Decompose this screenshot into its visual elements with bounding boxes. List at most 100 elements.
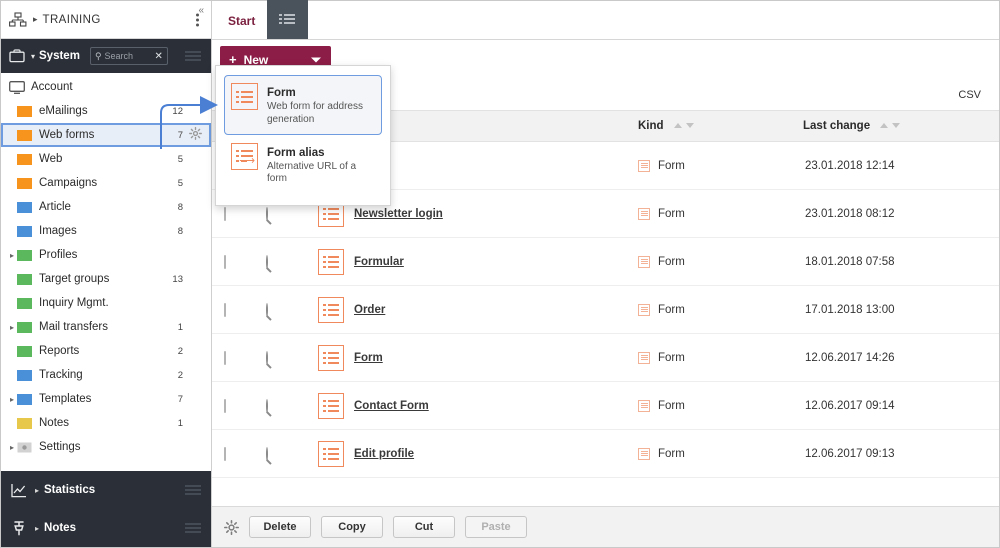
- sidebar-item-count: 1: [177, 417, 183, 429]
- sidebar-item-profiles[interactable]: ▸ Profiles: [1, 243, 211, 267]
- expand-caret-icon[interactable]: ▸: [7, 395, 17, 404]
- sidebar-item-count: 8: [177, 225, 183, 237]
- sidebar-item-settings[interactable]: ▸ Settings: [1, 435, 211, 459]
- kebab-menu-icon[interactable]: [196, 13, 199, 26]
- folder-icon: [17, 201, 39, 213]
- sidebar-item-inquiry-mgmt[interactable]: Inquiry Mgmt.: [1, 291, 211, 315]
- sidebar-item-notes[interactable]: Notes 1: [1, 411, 211, 435]
- row-checkbox[interactable]: [224, 302, 226, 317]
- clear-search-icon[interactable]: ✕: [155, 51, 163, 62]
- notes-menu-icon[interactable]: [185, 523, 201, 533]
- notes-caret-icon[interactable]: ▸: [35, 524, 39, 533]
- table-row[interactable]: Edit profile Form 12.06.2017 09:13: [212, 430, 999, 478]
- sort-ascending-icon[interactable]: [673, 123, 682, 129]
- sidebar-item-target-groups[interactable]: Target groups 13: [1, 267, 211, 291]
- csv-export-link[interactable]: CSV: [958, 89, 981, 101]
- sidebar-item-web-forms[interactable]: Web forms 7: [1, 123, 211, 147]
- collapse-panel-icon[interactable]: «: [198, 5, 203, 16]
- sidebar-search[interactable]: ⚲ ✕: [89, 47, 168, 65]
- sidebar-item-label: Target groups: [39, 273, 110, 285]
- row-name-link[interactable]: Contact Form: [354, 400, 429, 412]
- sidebar-item-mail-transfers[interactable]: ▸ Mail transfers 1: [1, 315, 211, 339]
- dropdown-item-form[interactable]: Form Web form for address generation: [224, 75, 382, 135]
- statistics-menu-icon[interactable]: [185, 485, 201, 495]
- row-name-link[interactable]: Order: [354, 304, 385, 316]
- new-dropdown-menu[interactable]: Form Web form for address generation ⟶ F…: [215, 65, 391, 207]
- statistics-caret-icon[interactable]: ▸: [35, 486, 39, 495]
- row-name-link[interactable]: Formular: [354, 256, 404, 268]
- sidebar-item-templates[interactable]: ▸ Templates 7: [1, 387, 211, 411]
- preview-search-icon[interactable]: [266, 398, 268, 413]
- gear-icon[interactable]: [224, 519, 239, 535]
- row-name-link[interactable]: Newsletter login: [354, 208, 443, 220]
- row-checkbox[interactable]: [224, 446, 226, 461]
- expand-caret-icon[interactable]: ▸: [7, 251, 17, 260]
- copy-button[interactable]: Copy: [321, 516, 383, 538]
- sidebar-item-account[interactable]: Account: [1, 75, 211, 99]
- sidebar-item-emailings[interactable]: eMailings 12: [1, 99, 211, 123]
- row-checkbox[interactable]: [224, 206, 226, 221]
- sidebar-bottom-panel: ▸ Statistics ▸ Notes: [1, 471, 211, 547]
- breadcrumb-caret-icon[interactable]: ▸: [33, 14, 38, 25]
- table-row[interactable]: Order Form 17.01.2018 13:00: [212, 286, 999, 334]
- sidebar-item-label: eMailings: [39, 105, 88, 117]
- row-last-change: 12.06.2017 09:13: [805, 447, 895, 460]
- table-row[interactable]: Formular Form 18.01.2018 07:58: [212, 238, 999, 286]
- form-icon: [318, 440, 344, 467]
- row-checkbox[interactable]: [224, 398, 226, 413]
- sidebar-item-images[interactable]: Images 8: [1, 219, 211, 243]
- preview-search-icon[interactable]: [266, 206, 268, 221]
- expand-caret-icon[interactable]: ▸: [7, 443, 17, 452]
- sidebar-item-count: 5: [177, 177, 183, 189]
- sidebar-item-campaigns[interactable]: Campaigns 5: [1, 171, 211, 195]
- sidebar-item-statistics[interactable]: ▸ Statistics: [1, 471, 211, 509]
- table-row[interactable]: Contact Form Form 12.06.2017 09:14: [212, 382, 999, 430]
- pin-icon: [11, 520, 29, 536]
- row-checkbox[interactable]: [224, 254, 226, 269]
- settings-icon: [17, 442, 39, 453]
- main-content: Start + New Profiles: 9 CSV: [212, 0, 999, 547]
- sidebar-item-reports[interactable]: Reports 2: [1, 339, 211, 363]
- row-name-link[interactable]: Form: [354, 352, 383, 364]
- folder-settings-icon[interactable]: [189, 127, 203, 143]
- preview-search-icon[interactable]: [266, 254, 268, 269]
- sidebar-tree: Account eMailings 12 Web forms 7 Web 5 Campaig…: [1, 73, 211, 459]
- sidebar-item-article[interactable]: Article 8: [1, 195, 211, 219]
- header-kind-col[interactable]: Kind: [638, 120, 803, 132]
- form-icon: [318, 296, 344, 323]
- caret-down-icon[interactable]: [311, 57, 321, 62]
- cut-button[interactable]: Cut: [393, 516, 455, 538]
- sidebar-item-tracking[interactable]: Tracking 2: [1, 363, 211, 387]
- lastchange-sorter[interactable]: [880, 123, 901, 129]
- sort-ascending-icon[interactable]: [880, 123, 889, 129]
- tab-start[interactable]: Start: [220, 14, 267, 39]
- sidebar-item-count: 2: [177, 345, 183, 357]
- preview-search-icon[interactable]: [266, 350, 268, 365]
- sort-descending-icon[interactable]: [892, 123, 901, 129]
- system-caret-icon[interactable]: ▾: [31, 52, 35, 61]
- search-input[interactable]: [104, 51, 151, 61]
- folder-icon: [17, 153, 39, 165]
- row-kind: Form: [658, 351, 685, 364]
- kind-sorter[interactable]: [673, 123, 694, 129]
- table-row[interactable]: Form Form 12.06.2017 14:26: [212, 334, 999, 382]
- breadcrumb-label: TRAINING: [42, 13, 101, 26]
- tab-webforms-active[interactable]: [267, 0, 309, 39]
- header-lastchange-col[interactable]: Last change: [803, 120, 999, 132]
- folder-icon: [17, 321, 39, 333]
- sidebar-item-notes[interactable]: ▸ Notes: [1, 509, 211, 547]
- row-kind: Form: [658, 303, 685, 316]
- sidebar-item-count: 12: [172, 105, 183, 117]
- expand-caret-icon[interactable]: ▸: [7, 323, 17, 332]
- hamburger-icon[interactable]: [185, 51, 201, 61]
- row-name-link[interactable]: Edit profile: [354, 448, 414, 460]
- sidebar-item-web[interactable]: Web 5: [1, 147, 211, 171]
- dropdown-item-form-alias[interactable]: ⟶ Form alias Alternative URL of a form: [224, 135, 382, 195]
- delete-button[interactable]: Delete: [249, 516, 311, 538]
- preview-search-icon[interactable]: [266, 302, 268, 317]
- search-icon: ⚲: [94, 50, 102, 61]
- sidebar-item-label: Settings: [39, 441, 81, 453]
- row-checkbox[interactable]: [224, 350, 226, 365]
- preview-search-icon[interactable]: [266, 446, 268, 461]
- sort-descending-icon[interactable]: [685, 123, 694, 129]
